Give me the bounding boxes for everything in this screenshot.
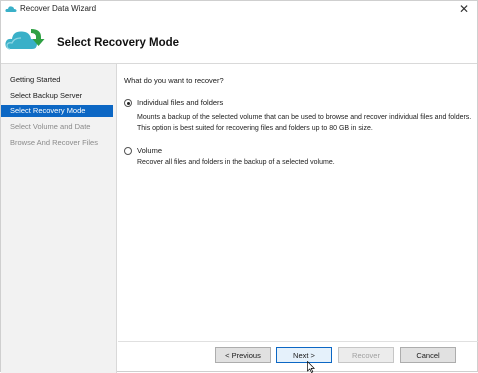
main-content: What do you want to recover? Individual … xyxy=(118,64,478,343)
cancel-button[interactable]: Cancel xyxy=(400,347,456,363)
option-individual-files-label[interactable]: Individual files and folders xyxy=(137,98,223,107)
window-title: Recover Data Wizard xyxy=(20,4,97,13)
footer-divider xyxy=(118,341,478,342)
step-getting-started[interactable]: Getting Started xyxy=(1,74,113,86)
step-select-backup-server[interactable]: Select Backup Server xyxy=(1,90,113,102)
cloud-app-icon xyxy=(5,6,17,12)
step-browse-and-recover-files: Browse And Recover Files xyxy=(10,138,98,147)
close-icon[interactable]: ✕ xyxy=(457,2,471,16)
mouse-pointer-icon xyxy=(307,361,315,373)
page-title: Select Recovery Mode xyxy=(57,37,180,49)
option-individual-files-description: Mounts a backup of the selected volume t… xyxy=(137,114,472,132)
radio-volume[interactable] xyxy=(124,147,132,155)
wizard-header: Select Recovery Mode xyxy=(1,19,477,63)
wizard-steps-sidebar: Getting Started Select Backup Server Sel… xyxy=(1,64,117,373)
option-volume-label[interactable]: Volume xyxy=(137,146,162,155)
step-select-recovery-mode[interactable]: Select Recovery Mode xyxy=(1,105,113,117)
step-select-volume-and-date: Select Volume and Date xyxy=(10,122,91,131)
radio-individual-files[interactable] xyxy=(124,99,132,107)
previous-button[interactable]: < Previous xyxy=(215,347,271,363)
title-bar: Recover Data Wizard ✕ xyxy=(1,1,477,19)
cloud-recover-icon xyxy=(5,29,45,50)
option-volume-description: Recover all files and folders in the bac… xyxy=(137,159,335,166)
next-button[interactable]: Next > xyxy=(276,347,332,363)
wizard-window: Recover Data Wizard ✕ Select Recovery Mo… xyxy=(0,0,478,373)
recover-button: Recover xyxy=(338,347,394,363)
recovery-question: What do you want to recover? xyxy=(124,76,224,85)
